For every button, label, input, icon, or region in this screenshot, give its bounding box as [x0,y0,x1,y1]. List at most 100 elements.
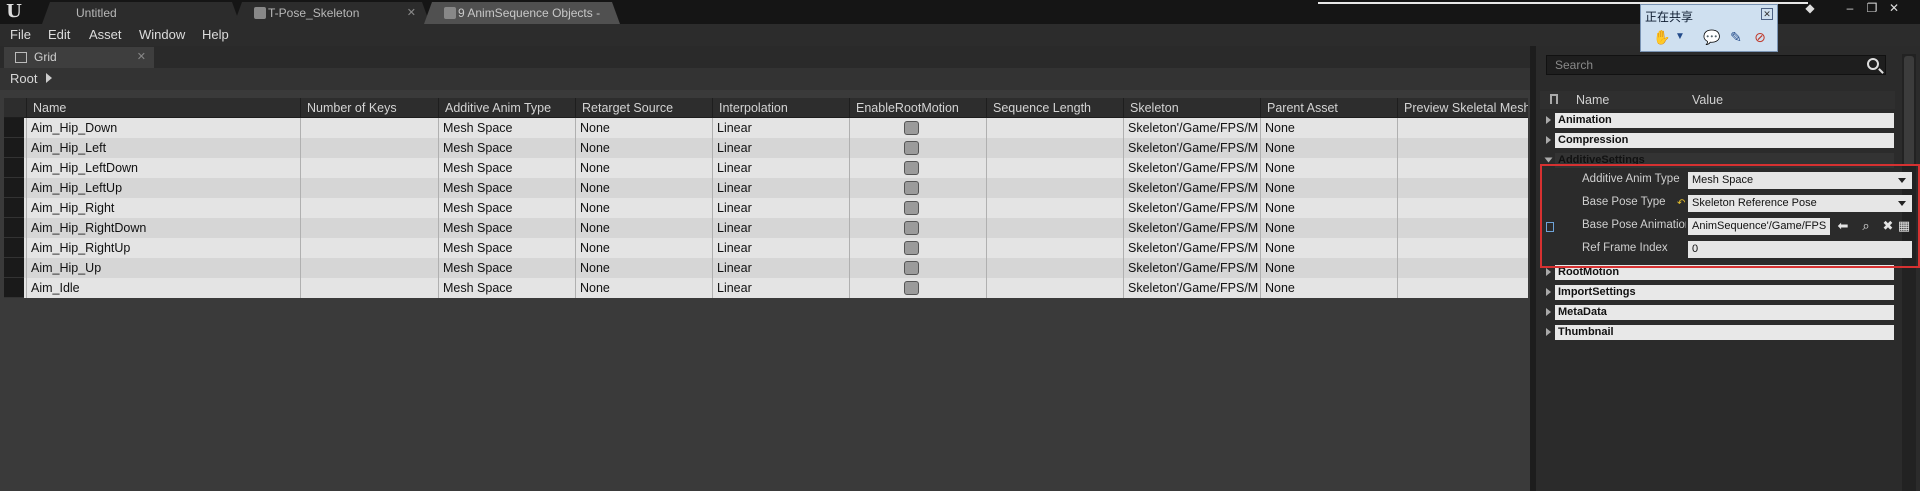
cell-retarget-source[interactable]: None [575,258,712,278]
cell-enable-root-motion[interactable] [849,238,986,258]
menu-edit[interactable]: Edit [48,27,70,42]
tab-anim-sequence-objects[interactable]: 9 AnimSequence Objects - [424,2,620,24]
column-header-name[interactable]: Name [26,98,300,118]
cell-retarget-source[interactable]: None [575,138,712,158]
cell-retarget-source[interactable]: None [575,178,712,198]
cell-sequence-length[interactable] [986,258,1123,278]
enable-root-motion-checkbox[interactable] [904,261,919,275]
column-header-sequence-length[interactable]: Sequence Length [986,98,1123,118]
cell-additive-anim-type[interactable]: Mesh Space [438,238,575,258]
cell-name[interactable]: Aim_Hip_LeftUp [26,178,300,198]
enable-root-motion-checkbox[interactable] [904,241,919,255]
cell-skeleton[interactable]: Skeleton'/Game/FPS/M [1123,218,1260,238]
cell-sequence-length[interactable] [986,138,1123,158]
chat-icon[interactable]: 💬 [1701,27,1723,47]
pin-icon[interactable] [1550,94,1558,104]
cell-sequence-length[interactable] [986,198,1123,218]
enable-root-motion-checkbox[interactable] [904,141,919,155]
expand-arrow-icon[interactable] [1546,268,1551,276]
cell-retarget-source[interactable]: None [575,118,712,138]
cell-retarget-source[interactable]: None [575,278,712,298]
category-thumbnail[interactable]: Thumbnail [1546,325,1894,341]
row-selector[interactable] [4,278,24,298]
close-icon[interactable]: ✕ [137,47,146,68]
table-row[interactable]: Aim_Idle Mesh Space None Linear Skeleton'/Ga… [4,278,1528,298]
cell-sequence-length[interactable] [986,158,1123,178]
column-header-retarget-source[interactable]: Retarget Source [575,98,712,118]
table-row[interactable]: Aim_Hip_RightUp Mesh Space None Linear Skele… [4,238,1528,258]
cell-enable-root-motion[interactable] [849,278,986,298]
cell-parent-asset[interactable]: None [1260,138,1397,158]
cell-number-of-keys[interactable] [300,198,438,218]
cell-skeleton[interactable]: Skeleton'/Game/FPS/M [1123,118,1260,138]
cell-name[interactable]: Aim_Hip_Up [26,258,300,278]
cell-parent-asset[interactable]: None [1260,178,1397,198]
cell-sequence-length[interactable] [986,238,1123,258]
details-scrollbar[interactable] [1902,54,1916,491]
cell-retarget-source[interactable]: None [575,218,712,238]
table-row[interactable]: Aim_Hip_Up Mesh Space None Linear Skeleton'/… [4,258,1528,278]
cell-additive-anim-type[interactable]: Mesh Space [438,258,575,278]
cell-additive-anim-type[interactable]: Mesh Space [438,278,575,298]
cell-interpolation[interactable]: Linear [712,158,849,178]
cell-additive-anim-type[interactable]: Mesh Space [438,118,575,138]
cell-retarget-source[interactable]: None [575,198,712,218]
column-header-number-of-keys[interactable]: Number of Keys [300,98,438,118]
cell-enable-root-motion[interactable] [849,138,986,158]
row-selector[interactable] [4,218,24,238]
cell-skeleton[interactable]: Skeleton'/Game/FPS/M [1123,138,1260,158]
column-header-enable-root-motion[interactable]: EnableRootMotion [849,98,986,118]
cell-preview-skeletal-mesh[interactable] [1397,158,1528,178]
cell-parent-asset[interactable]: None [1260,278,1397,298]
cell-parent-asset[interactable]: None [1260,218,1397,238]
table-row[interactable]: Aim_Hip_Left Mesh Space None Linear Skeleton… [4,138,1528,158]
breadcrumb-root[interactable]: Root [10,71,37,86]
minimize-button[interactable]: – [1840,1,1860,15]
category-import-settings[interactable]: ImportSettings [1546,285,1894,301]
menu-file[interactable]: File [10,27,31,42]
cell-name[interactable]: Aim_Hip_RightDown [26,218,300,238]
cell-additive-anim-type[interactable]: Mesh Space [438,218,575,238]
cell-interpolation[interactable]: Linear [712,198,849,218]
cell-retarget-source[interactable]: None [575,158,712,178]
cell-number-of-keys[interactable] [300,118,438,138]
chevron-down-icon[interactable]: ▼ [1669,27,1691,47]
stop-sharing-icon[interactable]: ⊘ [1749,27,1771,47]
cell-interpolation[interactable]: Linear [712,218,849,238]
category-animation[interactable]: Animation [1546,113,1894,129]
close-icon[interactable]: ✕ [1761,8,1773,20]
row-selector[interactable] [4,178,24,198]
row-selector[interactable] [4,238,24,258]
row-selector[interactable] [4,258,24,278]
column-header-preview-skeletal-mesh[interactable]: Preview Skeletal Mesh [1397,98,1528,118]
cell-number-of-keys[interactable] [300,218,438,238]
cell-skeleton[interactable]: Skeleton'/Game/FPS/M [1123,278,1260,298]
cell-skeleton[interactable]: Skeleton'/Game/FPS/M [1123,198,1260,218]
cell-parent-asset[interactable]: None [1260,118,1397,138]
scrollbar-thumb[interactable] [1904,56,1914,166]
cell-number-of-keys[interactable] [300,278,438,298]
row-selector[interactable] [4,118,24,138]
table-row[interactable]: Aim_Hip_Right Mesh Space None Linear Skeleto… [4,198,1528,218]
search-icon[interactable] [1867,58,1879,70]
expand-arrow-icon[interactable] [1546,136,1551,144]
cell-preview-skeletal-mesh[interactable] [1397,278,1528,298]
cell-preview-skeletal-mesh[interactable] [1397,118,1528,138]
cell-name[interactable]: Aim_Hip_Left [26,138,300,158]
cell-enable-root-motion[interactable] [849,258,986,278]
cell-sequence-length[interactable] [986,278,1123,298]
search-input[interactable]: Search [1546,55,1886,75]
cell-skeleton[interactable]: Skeleton'/Game/FPS/M [1123,258,1260,278]
column-header-interpolation[interactable]: Interpolation [712,98,849,118]
expand-arrow-icon[interactable] [1546,116,1551,124]
cell-preview-skeletal-mesh[interactable] [1397,198,1528,218]
cell-preview-skeletal-mesh[interactable] [1397,218,1528,238]
category-compression[interactable]: Compression [1546,133,1894,149]
cell-preview-skeletal-mesh[interactable] [1397,178,1528,198]
menu-window[interactable]: Window [139,27,185,42]
menu-help[interactable]: Help [202,27,229,42]
cell-skeleton[interactable]: Skeleton'/Game/FPS/M [1123,238,1260,258]
expand-arrow-icon[interactable] [1546,328,1551,336]
expand-arrow-icon[interactable] [1546,288,1551,296]
cell-enable-root-motion[interactable] [849,218,986,238]
